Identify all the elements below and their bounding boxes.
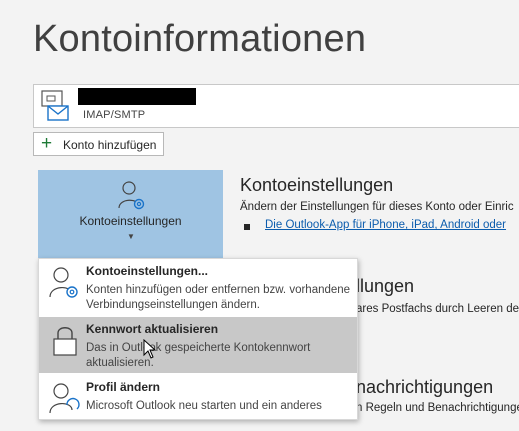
dropdown-item-account-settings[interactable]: Kontoeinstellungen... Konten hinzufügen …: [39, 259, 357, 315]
dropdown-item-update-password[interactable]: Kennwort aktualisieren Das in Outlook ge…: [39, 317, 357, 373]
section-text-notifications: n Regeln und Benachrichtigungen: [356, 402, 519, 414]
lock-icon: [53, 327, 77, 356]
mail-account-icon: [41, 90, 69, 121]
account-settings-button-label: Kontoeinstellungen: [79, 214, 182, 228]
account-settings-button[interactable]: Kontoeinstellungen ▼: [38, 170, 223, 258]
account-settings-dropdown: Kontoeinstellungen... Konten hinzufügen …: [38, 258, 358, 420]
dropdown-item-description: Das in Outlook gespeicherte Kontokennwor…: [86, 342, 311, 369]
account-selector[interactable]: IMAP/SMTP: [33, 84, 519, 128]
chevron-down-icon: ▼: [127, 232, 135, 241]
account-settings-icon: [118, 181, 145, 210]
account-type-label: IMAP/SMTP: [83, 109, 146, 121]
section-title-notifications: nachrichtigungen: [356, 377, 494, 397]
add-account-button[interactable]: + Konto hinzufügen: [33, 132, 164, 156]
dropdown-item-description: Konten hinzufügen oder entfernen bzw. vo…: [86, 284, 351, 311]
bullet-icon: [244, 224, 250, 230]
plus-icon: +: [41, 133, 53, 154]
dropdown-item-title: Kontoeinstellungen...: [86, 264, 208, 278]
mouse-cursor-icon: [143, 339, 157, 359]
section-text-mailbox: ares Postfachs durch Leeren des: [356, 303, 519, 315]
page-title: Kontoinformationen: [33, 18, 367, 60]
section-text-account-settings: Ändern der Einstellungen für dieses Kont…: [240, 201, 514, 213]
profile-icon: [49, 383, 80, 414]
section-title-account-settings: Kontoeinstellungen: [240, 175, 394, 195]
account-name-redacted: [78, 88, 196, 105]
dropdown-item-title: Profil ändern: [86, 380, 161, 394]
add-account-label: Konto hinzufügen: [63, 138, 157, 152]
outlook-app-link[interactable]: Die Outlook-App für iPhone, iPad, Androi…: [265, 219, 506, 231]
dropdown-item-change-profile[interactable]: Profil ändern Microsoft Outlook neu star…: [39, 375, 357, 431]
dropdown-item-title: Kennwort aktualisieren: [86, 322, 219, 336]
account-settings-icon: [49, 267, 78, 298]
section-title-mailbox: llungen: [356, 276, 415, 296]
